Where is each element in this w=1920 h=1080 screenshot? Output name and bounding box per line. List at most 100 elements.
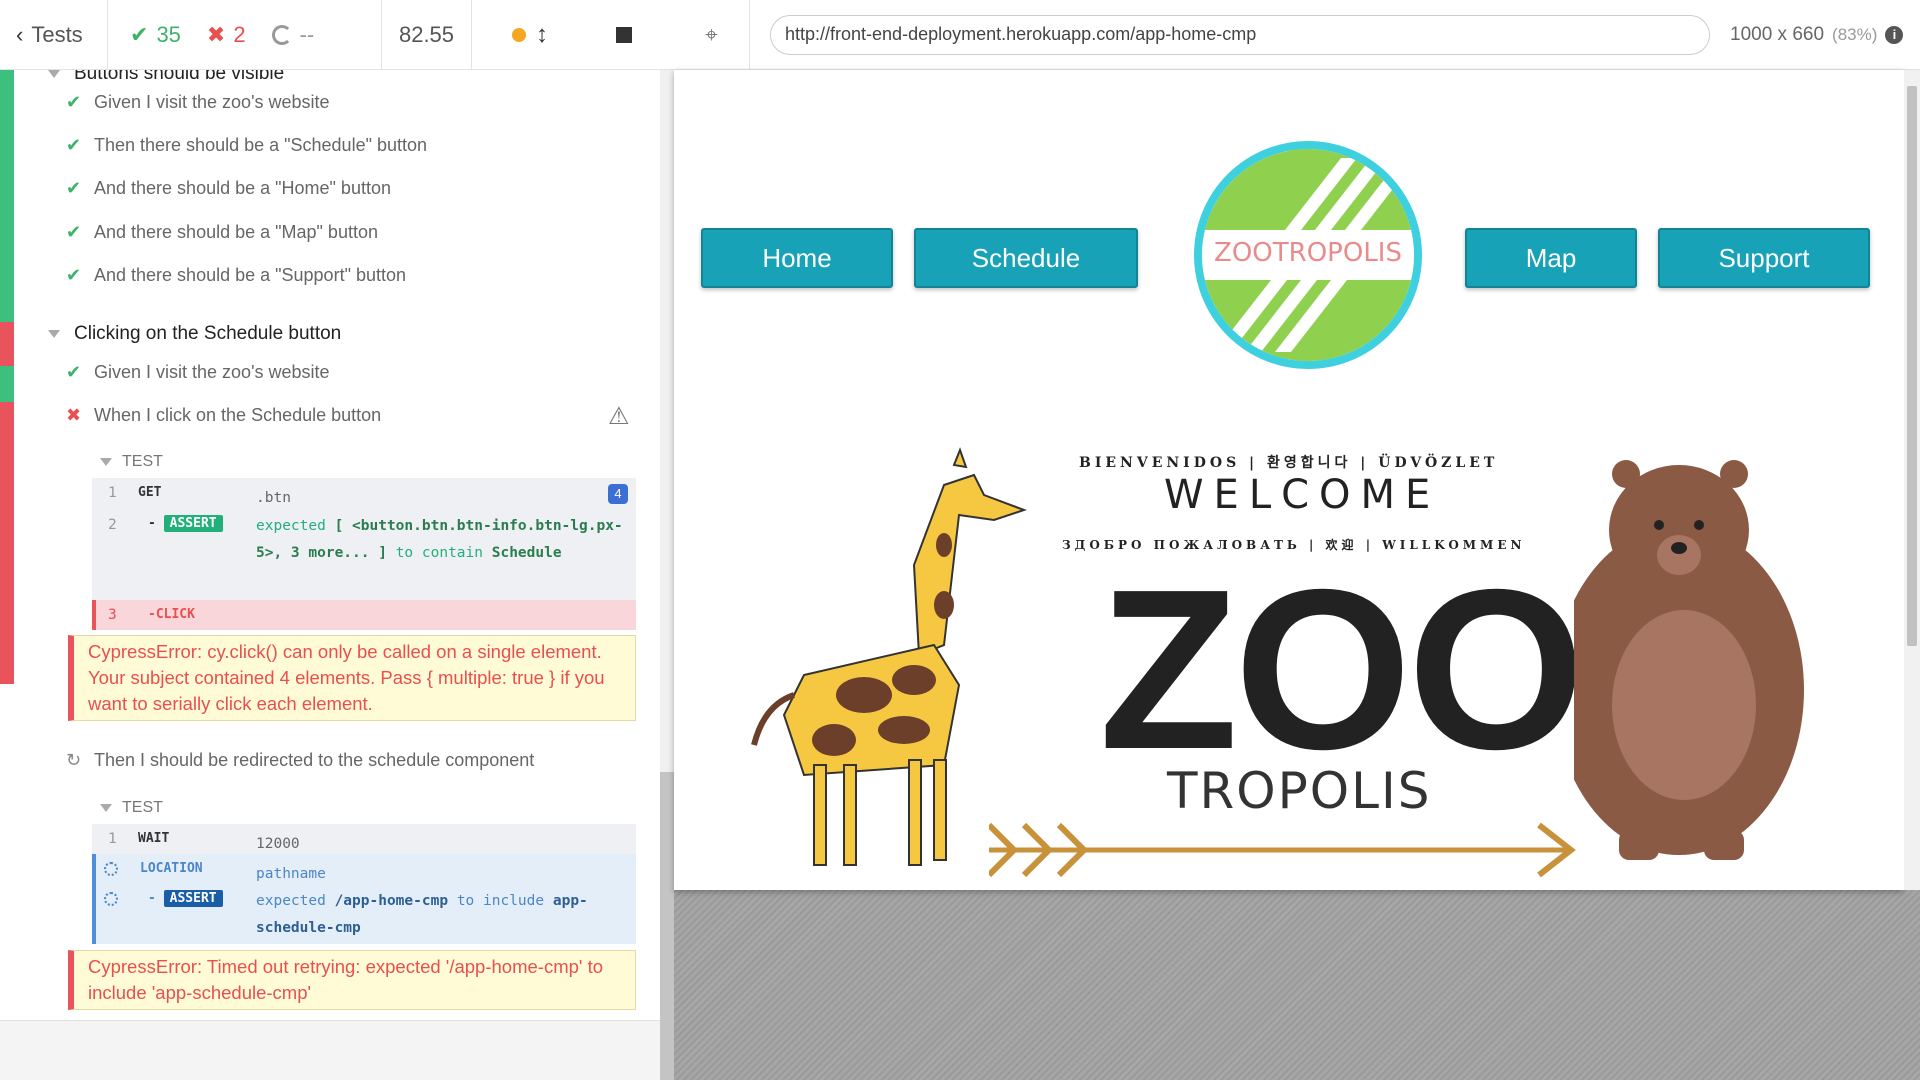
command-log: 1 GET .btn 4 2 - ASSERT expected [ <butt… xyxy=(92,478,636,630)
cross-icon: ✖ xyxy=(66,405,82,425)
viewport-zoom: (83%) xyxy=(1832,24,1878,44)
check-icon: ✔ xyxy=(66,92,82,112)
suite-title[interactable]: Buttons should be visible xyxy=(48,70,284,85)
command-message: expected [ <button.btn.btn-info.btn-lg.p… xyxy=(256,513,626,567)
command-assert[interactable]: 2 - ASSERT expected [ <button.btn.btn-in… xyxy=(92,508,636,600)
command-get[interactable]: 1 GET .btn 4 xyxy=(92,478,636,508)
nav-schedule-button[interactable]: Schedule xyxy=(914,228,1138,288)
aut-iframe: Home Schedule Map Support ZOOTROPOLIS BI… xyxy=(674,70,1904,890)
command-wait[interactable]: 1 WAIT 12000 xyxy=(92,824,636,854)
check-icon: ✔ xyxy=(130,21,149,47)
duration: 82.55 xyxy=(382,0,472,69)
failed-count: 2 xyxy=(233,21,246,47)
command-click-failed[interactable]: 3 -CLICK xyxy=(92,600,636,630)
bear-illustration xyxy=(1574,460,1804,860)
chevron-left-icon: ‹ xyxy=(16,21,24,47)
viewport-size: 1000 x 660 (83%) i xyxy=(1730,23,1904,46)
welcome-heading: WELCOME xyxy=(1164,472,1441,518)
reporter-footer xyxy=(0,1020,660,1080)
test-step[interactable]: ✔ And there should be a "Map" button xyxy=(66,222,378,243)
caret-down-icon xyxy=(100,804,112,812)
test-step[interactable]: ✔ Given I visit the zoo's website xyxy=(66,92,330,113)
step-text: And there should be a "Home" button xyxy=(94,178,391,198)
check-icon: ✔ xyxy=(66,135,82,155)
giraffe-illustration xyxy=(751,447,1027,866)
pending-circle-icon xyxy=(271,24,292,45)
reporter-body: Buttons should be visible ✔ Given I visit… xyxy=(0,70,660,1020)
command-location-pending[interactable]: LOCATION pathname - ASSERT expected /app… xyxy=(92,854,636,944)
url-bar[interactable]: http://front-end-deployment.herokuapp.co… xyxy=(770,14,1710,55)
test-step[interactable]: ✖ When I click on the Schedule button xyxy=(66,405,381,426)
warning-icon[interactable]: ⚠ xyxy=(608,402,630,431)
status-bar-passed xyxy=(0,70,14,322)
command-name: - ASSERT xyxy=(148,890,223,907)
test-section-label[interactable]: TEST xyxy=(100,799,163,817)
suite-title-text: Clicking on the Schedule button xyxy=(74,323,342,344)
passed-stat: ✔ 35 xyxy=(130,22,181,48)
reporter-scrollbar[interactable] xyxy=(660,70,674,1080)
check-icon: ✔ xyxy=(66,362,82,382)
caret-down-icon xyxy=(48,330,60,338)
welcome-languages-top: BIENVENIDOS | 환영합니다 | ÜDVÖZLET xyxy=(1079,455,1499,471)
command-number: 1 xyxy=(108,831,117,847)
error-message[interactable]: CypressError: Timed out retrying: expect… xyxy=(68,950,636,1010)
test-reporter: ‹ Tests ✔ 35 ✖ 2 -- 82.55 ↕ Buttons shou… xyxy=(0,0,674,1080)
test-step[interactable]: ✔ Given I visit the zoo's website xyxy=(66,362,330,383)
stop-button[interactable] xyxy=(616,26,632,43)
nav-support-button[interactable]: Support xyxy=(1658,228,1870,288)
nav-map-button[interactable]: Map xyxy=(1465,228,1637,288)
test-label-text: TEST xyxy=(122,453,163,470)
error-message[interactable]: CypressError: cy.click() can only be cal… xyxy=(68,635,636,721)
auto-scroll-toggle-icon[interactable]: ↕ xyxy=(536,21,548,49)
command-number: 3 xyxy=(108,607,117,623)
suite-title[interactable]: Clicking on the Schedule button xyxy=(48,323,341,345)
loading-spinner-icon xyxy=(104,862,118,876)
info-icon[interactable]: i xyxy=(1885,25,1904,44)
command-number: 2 xyxy=(108,517,117,533)
step-text: And there should be a "Support" button xyxy=(94,265,407,285)
assert-value: Schedule xyxy=(491,545,562,561)
assert-badge: ASSERT xyxy=(163,890,223,907)
step-text: And there should be a "Map" button xyxy=(94,222,378,242)
tests-button[interactable]: ‹ Tests xyxy=(0,0,108,69)
viewport-dimensions: 1000 x 660 xyxy=(1730,23,1825,45)
check-icon: ✔ xyxy=(66,265,82,285)
assert-badge: ASSERT xyxy=(163,515,223,532)
scrollbar-thumb[interactable] xyxy=(660,772,674,1080)
selector-playground-crosshair-icon[interactable]: ⌖ xyxy=(674,0,750,70)
check-icon: ✔ xyxy=(66,222,82,242)
zootropolis-logo[interactable]: ZOOTROPOLIS xyxy=(1191,138,1425,372)
command-prefix: - xyxy=(148,891,156,906)
test-step[interactable]: ↻ Then I should be redirected to the sche… xyxy=(66,750,534,771)
command-name: GET xyxy=(138,485,162,500)
assert-expected: expected xyxy=(256,518,326,534)
test-step[interactable]: ✔ Then there should be a "Schedule" butto… xyxy=(66,135,427,156)
command-prefix: - xyxy=(148,516,156,531)
failed-stat: ✖ 2 xyxy=(207,22,246,48)
pending-stat: -- xyxy=(271,21,315,48)
test-label-text: TEST xyxy=(122,799,163,816)
pending-count: -- xyxy=(299,21,315,47)
caret-down-icon xyxy=(48,70,60,78)
assert-verb: to include xyxy=(456,893,545,909)
retry-icon: ↻ xyxy=(66,750,82,770)
command-name: - ASSERT xyxy=(148,515,223,532)
aut-scrollbar[interactable] xyxy=(1904,70,1920,890)
nav-home-button[interactable]: Home xyxy=(701,228,893,288)
cross-icon: ✖ xyxy=(206,21,226,47)
tropolis-heading: TROPOLIS xyxy=(1167,762,1432,820)
aut-container: Home Schedule Map Support ZOOTROPOLIS BI… xyxy=(674,70,1920,1080)
test-step[interactable]: ✔ And there should be a "Support" button xyxy=(66,265,406,286)
assert-subject: /app-home-cmp xyxy=(334,893,449,909)
test-stats: ✔ 35 ✖ 2 -- xyxy=(108,0,382,69)
test-section-label[interactable]: TEST xyxy=(100,453,163,471)
command-name: -CLICK xyxy=(148,607,195,622)
test-step[interactable]: ✔ And there should be a "Home" button xyxy=(66,178,391,199)
tests-label: Tests xyxy=(31,21,83,47)
step-text: Then there should be a "Schedule" button xyxy=(94,135,428,155)
arrow-decoration xyxy=(989,822,1576,878)
step-text: Given I visit the zoo's website xyxy=(94,362,330,382)
check-icon: ✔ xyxy=(66,178,82,198)
assert-expected: expected xyxy=(256,893,326,909)
scrollbar-thumb[interactable] xyxy=(1907,86,1917,646)
